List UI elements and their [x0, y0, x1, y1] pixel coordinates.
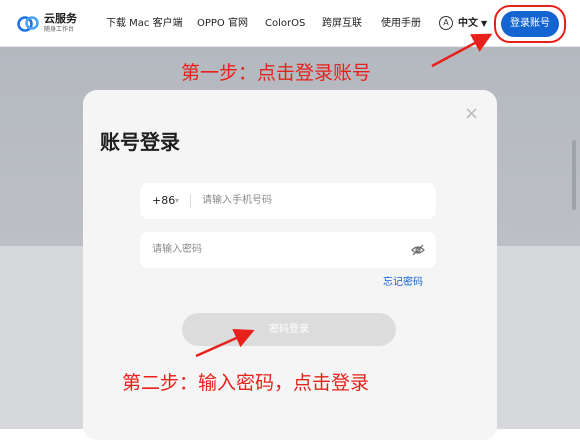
- phone-field[interactable]: +86 ▾ 请输入手机号码: [140, 183, 436, 219]
- cloud-logo-icon[interactable]: [16, 12, 40, 34]
- modal-title: 账号登录: [100, 130, 180, 154]
- phone-input[interactable]: 请输入手机号码: [202, 195, 272, 207]
- step1-annotation: 第一步：点击登录账号: [181, 62, 372, 84]
- password-field[interactable]: 请输入密码: [140, 232, 436, 268]
- step2-annotation: 第二步：输入密码，点击登录: [122, 372, 370, 394]
- country-code-selector[interactable]: +86: [152, 194, 175, 208]
- nav-download-mac[interactable]: 下载 Mac 客户端: [106, 18, 183, 30]
- highlight-ring: [494, 5, 566, 43]
- divider: [190, 194, 191, 208]
- nav-cross-screen[interactable]: 跨屏互联: [322, 18, 362, 30]
- top-nav-bar: 云服务 随身工作台 下载 Mac 客户端 OPPO 官网 ColorOS 跨屏互…: [0, 0, 580, 47]
- nav-coloros[interactable]: ColorOS: [265, 18, 305, 30]
- chevron-down-icon[interactable]: ▼: [481, 18, 487, 30]
- scrollbar[interactable]: [572, 140, 576, 210]
- eye-off-icon[interactable]: [411, 243, 425, 257]
- nav-oppo-site[interactable]: OPPO 官网: [197, 18, 248, 30]
- forgot-password-link[interactable]: 忘记密码: [383, 277, 423, 289]
- close-icon[interactable]: ×: [464, 105, 479, 123]
- chevron-down-icon[interactable]: ▾: [175, 194, 179, 208]
- nav-manual[interactable]: 使用手册: [381, 18, 421, 30]
- password-login-button[interactable]: 密码登录: [182, 313, 396, 346]
- brand-name[interactable]: 云服务: [44, 13, 77, 25]
- language-selector[interactable]: 中文: [458, 18, 478, 30]
- password-input[interactable]: 请输入密码: [152, 244, 202, 256]
- language-icon[interactable]: A: [439, 16, 453, 30]
- brand-tagline: 随身工作台: [44, 26, 75, 33]
